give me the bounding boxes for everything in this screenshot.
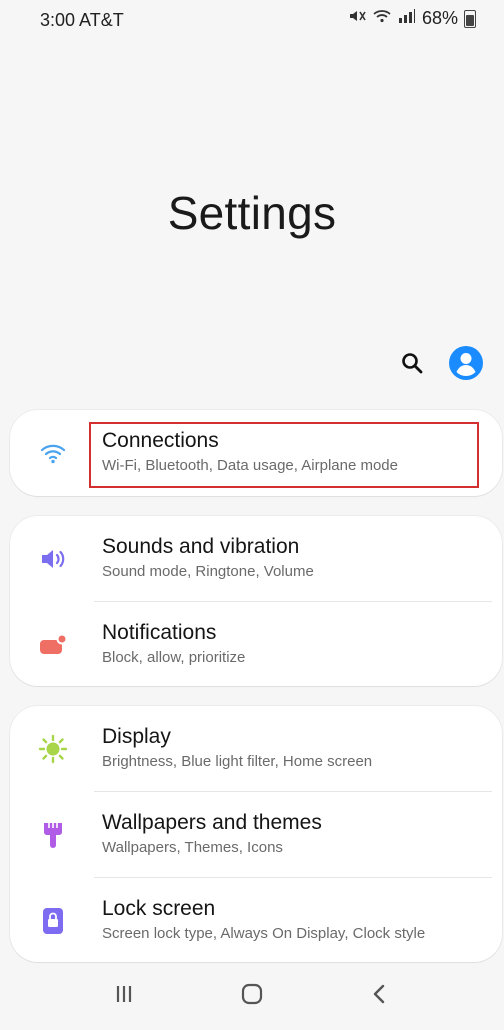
connections-subtitle: Wi-Fi, Bluetooth, Data usage, Airplane m…	[102, 457, 398, 474]
back-button[interactable]	[356, 970, 404, 1018]
status-icons: 68%	[348, 8, 476, 29]
brush-icon	[38, 820, 68, 850]
sounds-text: Sounds and vibration Sound mode, Rington…	[102, 534, 492, 582]
wallpapers-subtitle: Wallpapers, Themes, Icons	[102, 839, 283, 856]
notifications-subtitle: Block, allow, prioritize	[102, 649, 246, 666]
sounds-subtitle: Sound mode, Ringtone, Volume	[102, 563, 314, 580]
settings-item-lockscreen[interactable]: Lock screen Screen lock type, Always On …	[10, 878, 502, 962]
speaker-icon	[38, 544, 68, 574]
connections-text: Connections Wi-Fi, Bluetooth, Data usage…	[102, 428, 492, 476]
recent-apps-icon	[116, 986, 132, 1002]
recent-apps-button[interactable]	[100, 970, 148, 1018]
status-bar: 3:00 AT&T 68%	[0, 0, 504, 44]
battery-fill	[466, 14, 474, 26]
display-subtitle: Brightness, Blue light filter, Home scre…	[102, 753, 373, 770]
battery-percent: 68%	[421, 8, 458, 28]
back-icon	[373, 984, 385, 1004]
header-actions	[394, 345, 484, 381]
display-text: Display Brightness, Blue light filter, H…	[102, 724, 492, 772]
battery-icon	[464, 9, 476, 28]
settings-item-display[interactable]: Display Brightness, Blue light filter, H…	[10, 706, 502, 792]
settings-card-display: Display Brightness, Blue light filter, H…	[10, 706, 502, 962]
lockscreen-title: Lock screen	[102, 897, 216, 920]
wallpapers-text: Wallpapers and themes Wallpapers, Themes…	[102, 810, 492, 858]
search-icon	[402, 353, 423, 374]
lockscreen-text: Lock screen Screen lock type, Always On …	[102, 896, 492, 944]
page-title: Settings	[167, 187, 337, 239]
settings-item-notifications[interactable]: Notifications Block, allow, prioritize	[10, 602, 502, 686]
settings-card-sounds-notifications: Sounds and vibration Sound mode, Rington…	[10, 516, 502, 686]
connections-title: Connections	[102, 429, 219, 452]
sounds-title: Sounds and vibration	[102, 535, 300, 558]
notification-icon	[38, 630, 68, 660]
sun-icon	[38, 734, 68, 764]
signal-icon	[398, 8, 416, 29]
home-icon	[241, 983, 263, 1005]
notifications-text: Notifications Block, allow, prioritize	[102, 620, 492, 668]
settings-screen: 3:00 AT&T 68% Settings Connections Wi-Fi…	[0, 0, 504, 1030]
settings-item-connections[interactable]: Connections Wi-Fi, Bluetooth, Data usage…	[10, 410, 502, 496]
display-title: Display	[102, 725, 171, 748]
home-button[interactable]	[228, 970, 276, 1018]
settings-item-sounds[interactable]: Sounds and vibration Sound mode, Rington…	[10, 516, 502, 602]
account-icon	[449, 346, 483, 380]
wallpapers-title: Wallpapers and themes	[102, 811, 322, 834]
mute-icon	[348, 8, 366, 29]
lockscreen-subtitle: Screen lock type, Always On Display, Clo…	[102, 925, 426, 942]
status-time-carrier: 3:00 AT&T	[40, 10, 124, 30]
search-button[interactable]	[394, 345, 430, 381]
settings-item-wallpapers[interactable]: Wallpapers and themes Wallpapers, Themes…	[10, 792, 502, 878]
notifications-title: Notifications	[102, 621, 217, 644]
settings-card-connections: Connections Wi-Fi, Bluetooth, Data usage…	[10, 410, 502, 496]
account-button[interactable]	[448, 345, 484, 381]
wifi-status-icon	[372, 8, 392, 29]
navigation-bar	[0, 958, 504, 1030]
wifi-icon	[38, 438, 68, 468]
lock-icon	[38, 906, 68, 936]
